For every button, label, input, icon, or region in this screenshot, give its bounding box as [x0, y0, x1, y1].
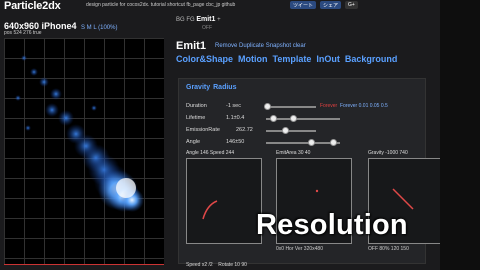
gravity-options[interactable]: OFF 80% 120 150: [368, 246, 409, 252]
particle-canvas[interactable]: [4, 38, 164, 264]
speed-control[interactable]: Speed x2 /2: [186, 262, 213, 268]
emitter-actions[interactable]: Remove Duplicate Snapshot clear: [215, 43, 306, 49]
tab-motion[interactable]: Motion: [238, 54, 268, 64]
zoom-options[interactable]: S M L (100%): [81, 25, 117, 31]
rotate-control[interactable]: Rotate 10 90: [218, 262, 247, 268]
tab-background[interactable]: Background: [345, 54, 398, 64]
add-emitter-button[interactable]: +: [217, 17, 221, 23]
angle-slider-knob[interactable]: [308, 139, 315, 146]
emission-slider-knob[interactable]: [282, 127, 289, 134]
duration-row: Duration -1 sec Forever Forever 0.01 0.0…: [186, 103, 426, 111]
angle-slider-track[interactable]: [266, 142, 340, 144]
gplus-button[interactable]: G+: [345, 1, 358, 9]
tab-color-shape[interactable]: Color&Shape: [176, 54, 233, 64]
tab-radius[interactable]: Radius: [213, 84, 236, 91]
header: Particle2dx design particle for cocos2dx…: [0, 0, 440, 14]
emit-area-label: EmitArea 30 40: [276, 150, 311, 156]
emission-slider-track[interactable]: [266, 130, 316, 132]
angle-speed-editor[interactable]: [186, 158, 262, 244]
bottom-controls: Speed x2 /2 Rotate 10 90: [186, 262, 247, 268]
angle-variance-knob[interactable]: [330, 139, 337, 146]
angle-row: Angle 146±50: [186, 139, 426, 147]
canvas-position: pos 524 276 true: [4, 30, 42, 36]
resolution-info: 0x0 Hor Ver 320x480: [276, 246, 323, 252]
angle-speed-label: Angle 146 Speed 244: [186, 150, 235, 156]
property-tabs: Color&Shape Motion Template InOut Backgr…: [176, 54, 397, 64]
duration-slider-knob[interactable]: [264, 103, 271, 110]
forever-toggle[interactable]: Forever: [320, 103, 337, 109]
angle-vector-icon: [202, 200, 218, 220]
tab-template[interactable]: Template: [273, 54, 312, 64]
tagline: design particle for cocos2dx. tutorial s…: [86, 2, 236, 8]
off-toggle[interactable]: OFF: [202, 25, 212, 31]
bg-fg-toggle[interactable]: BG FG: [176, 17, 195, 23]
particle-effect: [15, 55, 144, 212]
app-window: Particle2dx design particle for cocos2dx…: [0, 0, 444, 270]
app-logo[interactable]: Particle2dx: [4, 0, 61, 12]
gravity-label: Gravity -1000 740: [368, 150, 408, 156]
emitter-selector[interactable]: Emit1: [196, 16, 215, 23]
tab-inout[interactable]: InOut: [316, 54, 340, 64]
emitter-title: Emit1: [176, 40, 206, 52]
emission-label: EmissionRate: [186, 127, 220, 133]
duration-slider-track[interactable]: [266, 106, 316, 108]
emission-row: EmissionRate 262.72: [186, 127, 426, 135]
tweet-button[interactable]: ツイート: [290, 1, 317, 9]
angle-value: 146±50: [226, 139, 245, 145]
lifetime-slider-track[interactable]: [266, 118, 340, 120]
emitter-toolbar: BG FG Emit1 + OFF: [176, 16, 221, 31]
emission-value: 262.72: [236, 127, 253, 133]
share-button[interactable]: シェア: [320, 1, 342, 9]
canvas-status-line: [4, 264, 164, 268]
duration-presets[interactable]: Forever 0.01 0.05 0.5: [340, 103, 388, 109]
duration-value: -1 sec: [226, 103, 241, 109]
particle-trail: [15, 55, 144, 212]
lifetime-variance-knob[interactable]: [290, 115, 297, 122]
right-letterbox: [440, 0, 480, 270]
mode-tabs: Gravity Radius: [186, 84, 236, 91]
lifetime-value: 1.1±0.4: [226, 115, 245, 121]
lifetime-row: Lifetime 1.1±0.4: [186, 115, 426, 123]
tab-gravity[interactable]: Gravity: [186, 84, 210, 91]
lifetime-slider-knob[interactable]: [270, 115, 277, 122]
resolution-caption: Resolution: [256, 209, 408, 241]
